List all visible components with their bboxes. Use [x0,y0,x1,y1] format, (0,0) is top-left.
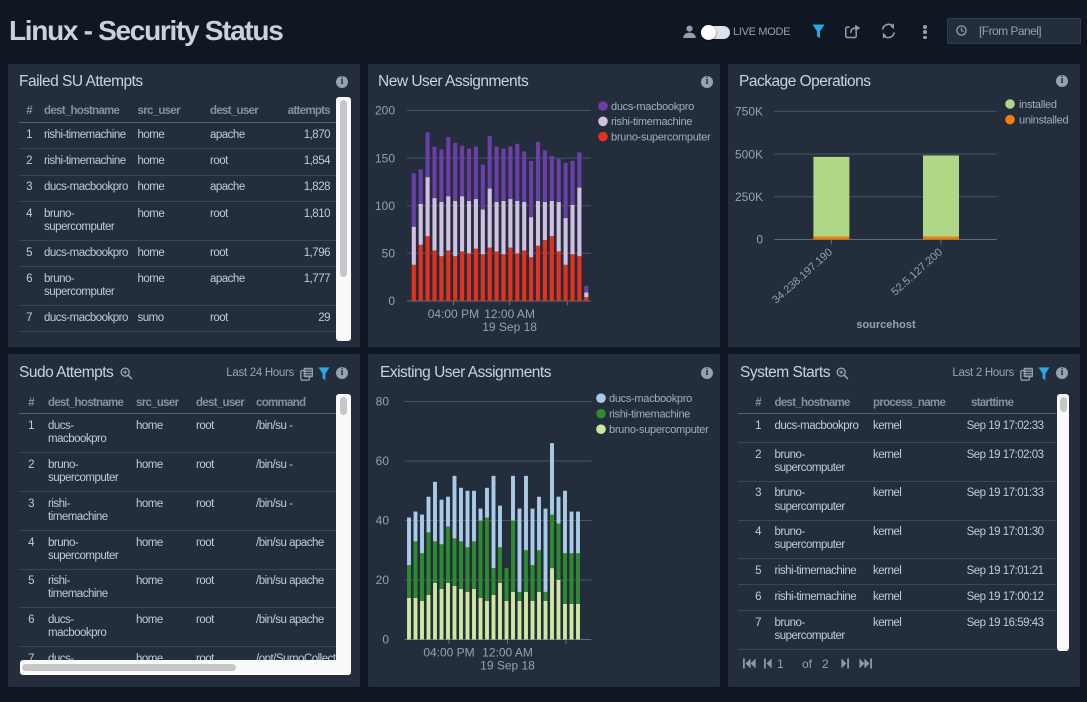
svg-text:200: 200 [375,104,395,118]
svg-text:40: 40 [376,514,390,528]
svg-text:250K: 250K [735,190,763,204]
svg-text:bruno-supercomputer: bruno-supercomputer [609,424,709,436]
svg-text:installed: installed [1019,99,1057,111]
svg-text:80: 80 [376,395,390,409]
svg-text:50: 50 [382,247,396,261]
svg-text:0: 0 [382,633,389,647]
svg-text:100: 100 [375,199,395,213]
svg-text:12:00 AM: 12:00 AM [484,307,535,321]
svg-text:19 Sep 18: 19 Sep 18 [480,659,535,673]
svg-text:04:00 PM: 04:00 PM [428,307,479,321]
svg-text:ducs-macbookpro: ducs-macbookpro [609,393,692,405]
svg-text:750K: 750K [735,105,763,119]
svg-text:bruno-supercomputer: bruno-supercomputer [611,131,711,143]
svg-text:12:00 AM: 12:00 AM [482,646,533,660]
svg-text:52.5.127.200: 52.5.127.200 [889,246,945,298]
svg-text:0: 0 [388,294,395,308]
svg-text:0: 0 [756,233,763,247]
svg-text:34.238.197.190: 34.238.197.190 [770,246,835,306]
svg-text:19 Sep 18: 19 Sep 18 [482,320,537,334]
svg-text:500K: 500K [735,147,763,161]
svg-text:uninstalled: uninstalled [1019,114,1068,126]
svg-text:ducs-macbookpro: ducs-macbookpro [611,101,694,113]
svg-text:rishi-timemachine: rishi-timemachine [611,116,692,128]
svg-text:60: 60 [376,454,390,468]
svg-text:sourcehost: sourcehost [856,319,916,331]
svg-text:150: 150 [375,151,395,165]
svg-text:20: 20 [376,573,390,587]
svg-text:rishi-timemachine: rishi-timemachine [609,409,690,421]
svg-text:04:00 PM: 04:00 PM [423,646,474,660]
